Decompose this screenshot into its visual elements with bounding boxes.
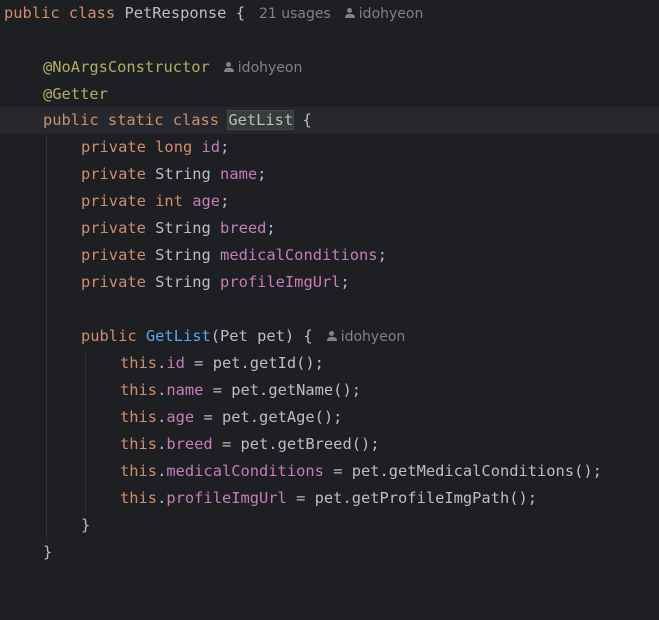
author-icon <box>326 331 337 342</box>
author-hint[interactable]: idohyeon <box>326 329 405 345</box>
constructor-close-brace: } <box>81 516 91 534</box>
getter-call[interactable]: pet.getId(); <box>213 354 324 372</box>
assigned-field[interactable]: id <box>166 354 185 372</box>
annotation-getter: @Getter <box>43 85 108 103</box>
inner-class-close-brace: } <box>43 543 53 561</box>
field-name[interactable]: profileImgUrl <box>220 273 340 291</box>
author-icon <box>344 8 355 19</box>
field-line[interactable]: private String name; <box>0 161 659 188</box>
field-name[interactable]: id <box>202 138 221 156</box>
field-name[interactable]: breed <box>220 219 266 237</box>
assignment-line[interactable]: this.breed = pet.getBreed(); <box>0 431 659 458</box>
author-hint[interactable]: idohyeon <box>359 6 424 22</box>
assigned-field[interactable]: medicalConditions <box>166 462 324 480</box>
field-line[interactable]: private String medicalConditions; <box>0 242 659 269</box>
constructor-params: (Pet pet) { <box>210 327 313 345</box>
outer-class-name[interactable]: PetResponse <box>124 4 226 22</box>
current-code-line[interactable]: public static class GetList { <box>0 107 659 134</box>
field-name[interactable]: name <box>220 165 257 183</box>
assigned-field[interactable]: name <box>166 381 203 399</box>
constructor-modifier: public <box>81 327 137 345</box>
assigned-field[interactable]: profileImgUrl <box>166 489 286 507</box>
field-line[interactable]: private int age; <box>0 188 659 215</box>
field-type: String <box>155 219 211 237</box>
field-modifier: private <box>81 273 146 291</box>
getter-call[interactable]: pet.getAge(); <box>222 408 342 426</box>
code-line[interactable]: @Getter <box>0 81 659 108</box>
this-keyword: this <box>120 489 158 507</box>
getter-call[interactable]: pet.getMedicalConditions(); <box>352 462 602 480</box>
assignment-line[interactable]: this.profileImgUrl = pet.getProfileImgPa… <box>0 485 659 512</box>
inner-class-modifiers: public static class <box>43 111 220 129</box>
field-line[interactable]: private long id; <box>0 134 659 161</box>
field-modifier: private <box>81 246 146 264</box>
inner-class-name[interactable]: GetList <box>227 110 295 130</box>
constructor-line[interactable]: public GetList(Pet pet) { idohyeon <box>0 323 659 350</box>
field-line[interactable]: private String profileImgUrl; <box>0 269 659 296</box>
field-modifier: private <box>81 219 146 237</box>
field-type: String <box>155 246 211 264</box>
author-hint[interactable]: idohyeon <box>223 60 302 76</box>
outer-class-modifiers: public class <box>4 4 116 22</box>
code-line[interactable]: @NoArgsConstructor idohyeon <box>0 54 659 81</box>
outer-class-brace: { <box>235 4 245 22</box>
field-modifier: private <box>81 192 146 210</box>
this-keyword: this <box>120 462 158 480</box>
author-icon <box>223 62 234 73</box>
getter-call[interactable]: pet.getBreed(); <box>241 435 380 453</box>
getter-call[interactable]: pet.getName(); <box>231 381 361 399</box>
usages-hint[interactable]: 21 usages idohyeon <box>259 6 423 22</box>
getter-call[interactable]: pet.getProfileImgPath(); <box>315 489 537 507</box>
assigned-field[interactable]: age <box>166 408 194 426</box>
code-editor[interactable]: public class PetResponse {21 usages idohy… <box>0 0 659 583</box>
code-line[interactable]: public class PetResponse {21 usages idohy… <box>0 0 659 27</box>
field-type: String <box>155 165 211 183</box>
inner-class-brace: { <box>302 111 312 129</box>
this-keyword: this <box>120 354 158 372</box>
field-modifier: private <box>81 138 146 156</box>
this-keyword: this <box>120 435 158 453</box>
this-keyword: this <box>120 408 158 426</box>
constructor-name[interactable]: GetList <box>146 327 211 345</box>
assignment-line[interactable]: this.medicalConditions = pet.getMedicalC… <box>0 458 659 485</box>
field-name[interactable]: medicalConditions <box>220 246 378 264</box>
field-type: long <box>155 138 193 156</box>
field-modifier: private <box>81 165 146 183</box>
field-name[interactable]: age <box>192 192 220 210</box>
assignment-line[interactable]: this.id = pet.getId(); <box>0 350 659 377</box>
this-keyword: this <box>120 381 158 399</box>
field-type: int <box>155 192 183 210</box>
assigned-field[interactable]: breed <box>166 435 212 453</box>
code-line[interactable]: } <box>0 512 659 539</box>
assignment-line[interactable]: this.name = pet.getName(); <box>0 377 659 404</box>
field-type: String <box>155 273 211 291</box>
annotation-no-args: @NoArgsConstructor <box>43 58 210 76</box>
code-line[interactable]: } <box>0 539 659 566</box>
assignment-line[interactable]: this.age = pet.getAge(); <box>0 404 659 431</box>
field-line[interactable]: private String breed; <box>0 215 659 242</box>
